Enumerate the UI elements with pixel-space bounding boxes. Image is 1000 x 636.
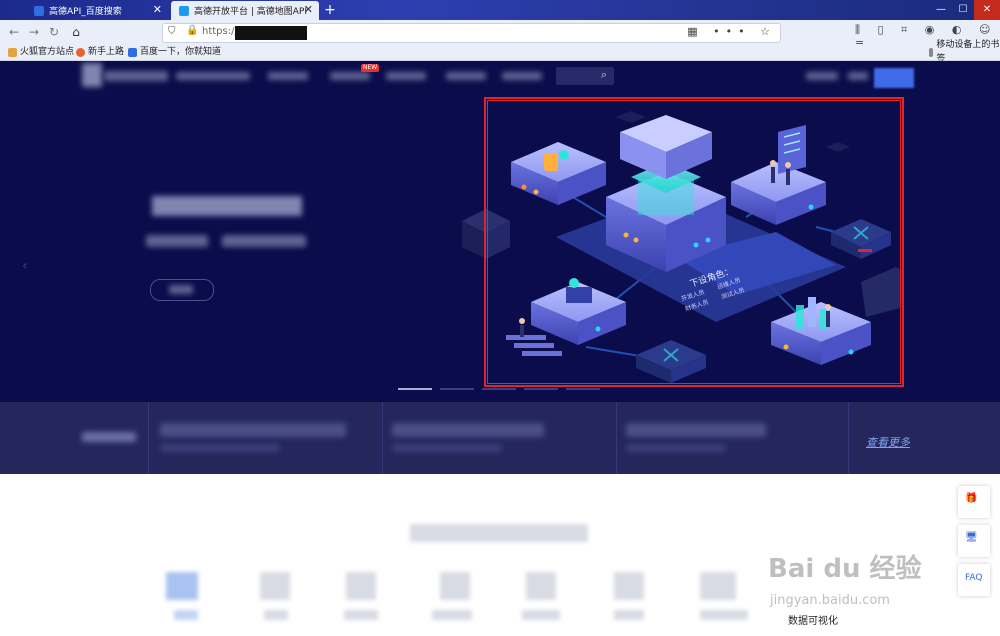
carousel-prev-icon[interactable]: ‹ (22, 258, 28, 274)
lock-icon[interactable]: 🔒 (186, 25, 198, 36)
tab-baidu-search[interactable]: 高德API_百度搜索 ✕ (26, 1, 168, 20)
carousel-indicators (398, 388, 600, 390)
search-icon[interactable]: ⌕ (601, 68, 607, 82)
feature-card-desc (626, 444, 726, 452)
divider (616, 402, 617, 474)
feature-card-desc (392, 444, 502, 452)
console-link[interactable] (806, 72, 838, 80)
watermark-url: jingyan.baidu.com (770, 593, 890, 608)
hero-banner: NEW ⌕ ‹ 下设角色： 开发人员 运维人员 财务人员 测试人员 (0, 61, 1000, 402)
bookmark-getting-started[interactable]: 新手上路 (76, 45, 124, 59)
url-text: https:// (202, 26, 238, 37)
site-logo[interactable] (82, 63, 102, 87)
feature-card-desc (160, 444, 280, 452)
gift-icon: 🎁 (965, 493, 978, 504)
highlight-frame-inner (487, 100, 901, 384)
hero-subtitle (146, 235, 208, 247)
new-tab-button[interactable]: + (322, 0, 338, 20)
home-icon[interactable]: ⌂ (67, 23, 85, 41)
divider (848, 402, 849, 474)
address-bar-actions[interactable]: ▦ ••• ☆ (687, 25, 776, 38)
close-window-icon[interactable]: ✕ (974, 0, 1000, 20)
amap-favicon-icon (179, 5, 189, 16)
back-icon[interactable]: ← (5, 23, 23, 41)
product-icon[interactable] (166, 572, 198, 600)
minimize-icon[interactable]: — (930, 0, 952, 20)
close-tab-icon[interactable]: ✕ (153, 4, 162, 16)
product-icon[interactable] (614, 572, 644, 600)
address-bar[interactable]: ⛉ 🔒 https:// ▦ ••• ☆ (162, 23, 781, 43)
maximize-icon[interactable]: ☐ (952, 0, 974, 20)
forward-icon[interactable]: → (25, 23, 43, 41)
product-label[interactable] (264, 610, 288, 620)
close-tab-icon[interactable]: ✕ (304, 4, 313, 16)
tab-bar: 高德API_百度搜索 ✕ 高德开放平台 | 高德地图API ✕ + — ☐ ✕ (0, 0, 1000, 20)
navigation-toolbar: ← → ↻ ⌂ ⛉ 🔒 https:// ▦ ••• ☆ ⫼ ▯ ⌗ ◉ ◐ ☺… (0, 20, 1000, 50)
feature-card-title[interactable] (626, 423, 766, 437)
feature-strip-title (82, 432, 136, 442)
product-label[interactable] (174, 610, 198, 620)
feature-card-title[interactable] (160, 423, 346, 437)
nav-item[interactable] (446, 72, 486, 80)
hero-title (152, 196, 302, 216)
bookmark-firefox-official[interactable]: 火狐官方站点 (8, 45, 74, 59)
product-label[interactable] (344, 610, 378, 620)
divider (382, 402, 383, 474)
faq-label: FAQ (965, 573, 983, 583)
feedback-float-button[interactable]: 🖥 (958, 525, 990, 557)
nav-item[interactable] (176, 72, 250, 80)
site-name (104, 71, 168, 81)
nav-item[interactable] (502, 72, 542, 80)
view-more-link[interactable]: 查看更多 (866, 434, 910, 450)
baidu-favicon-icon (34, 5, 44, 16)
register-button[interactable] (874, 68, 914, 88)
bookmark-baidu[interactable]: 百度一下，你就知道 (128, 45, 221, 59)
product-label[interactable] (614, 610, 644, 620)
shield-icon[interactable]: ⛉ (168, 26, 176, 37)
feature-strip (0, 402, 1000, 474)
site-search-input[interactable]: ⌕ (556, 67, 614, 85)
product-label[interactable] (522, 610, 560, 620)
carousel-dot[interactable] (482, 388, 516, 390)
tab-title: 高德API_百度搜索 (49, 7, 122, 17)
gift-float-button[interactable]: 🎁 (958, 486, 990, 518)
tab-title: 高德开放平台 | 高德地图API (194, 7, 307, 17)
carousel-dot[interactable] (566, 388, 600, 390)
product-icon[interactable] (440, 572, 470, 600)
tab-amap-open-platform[interactable]: 高德开放平台 | 高德地图API ✕ (171, 1, 319, 20)
nav-item[interactable] (268, 72, 308, 80)
new-badge: NEW (361, 64, 380, 72)
data-visualization-label: 数据可视化 (788, 616, 838, 627)
carousel-dot[interactable] (398, 388, 432, 390)
bookmarks-bar: 火狐官方站点 新手上路 百度一下，你就知道 移动设备上的书签 (0, 40, 1000, 64)
product-label[interactable] (432, 610, 472, 620)
product-icon[interactable] (346, 572, 376, 600)
redacted-url (235, 26, 307, 40)
hero-cta-button[interactable] (150, 279, 214, 301)
product-icon[interactable] (526, 572, 556, 600)
hero-subtitle (222, 235, 306, 247)
faq-float-button[interactable]: FAQ (958, 564, 990, 596)
nav-item[interactable] (330, 72, 370, 80)
bookmark-mobile[interactable]: 移动设备上的书签 (929, 40, 1000, 64)
section-title (410, 524, 588, 542)
login-link[interactable] (848, 72, 868, 80)
monitor-icon: 🖥 (965, 532, 978, 543)
carousel-dot[interactable] (440, 388, 474, 390)
carousel-dot[interactable] (524, 388, 558, 390)
feature-card-title[interactable] (392, 423, 544, 437)
product-icon[interactable] (700, 572, 736, 600)
nav-item[interactable] (386, 72, 426, 80)
product-label[interactable] (700, 610, 748, 620)
baidu-jingyan-watermark: Bai du 经验 (768, 554, 922, 584)
reload-icon[interactable]: ↻ (45, 23, 63, 41)
product-icon[interactable] (260, 572, 290, 600)
divider (148, 402, 149, 474)
window-controls: — ☐ ✕ (930, 0, 1000, 20)
